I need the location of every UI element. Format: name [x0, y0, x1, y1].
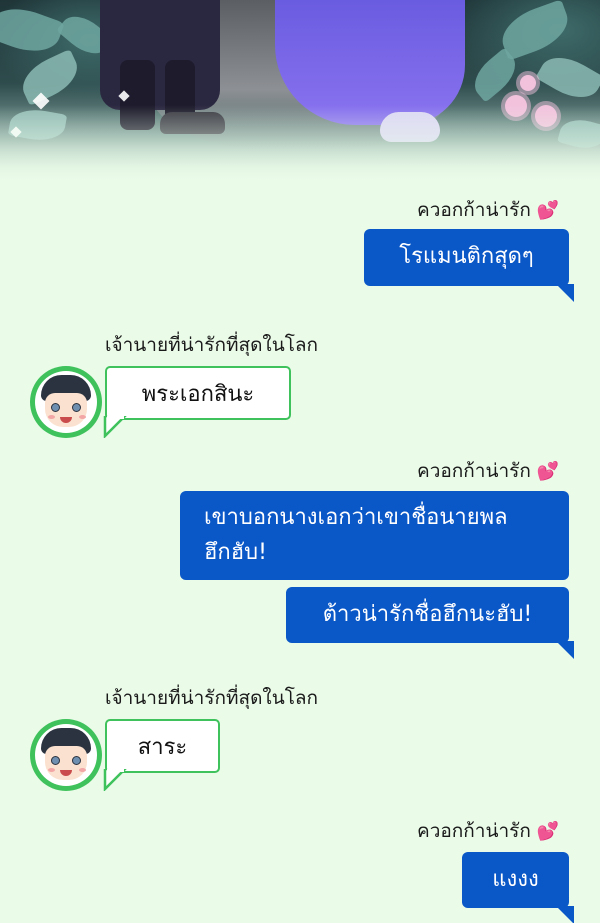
sender-name: เจ้านายที่น่ารักที่สุดในโลก: [105, 334, 319, 356]
message-bubble-boss: สาระ: [105, 719, 220, 773]
message-bubble-me: แงงง: [462, 852, 569, 908]
bubble-tail: [556, 284, 574, 302]
sender-name: ควอกก้าน่ารัก 💕: [417, 460, 560, 482]
message-bubble-me: เขาบอกนางเอกว่าเขาชื่อนายพล ฮึกฮับ!: [180, 491, 569, 580]
sender-name: เจ้านายที่น่ารักที่สุดในโลก: [105, 687, 319, 709]
boss-avatar: [30, 719, 102, 791]
bubble-tail: [103, 416, 127, 438]
heart-icon: 💕: [536, 821, 560, 842]
message-bubble-me: โรแมนติกสุดๆ: [364, 229, 569, 286]
boss-avatar: [30, 366, 102, 438]
message-bubble-boss: พระเอกสินะ: [105, 366, 291, 420]
sender-name: ควอกก้าน่ารัก 💕: [417, 199, 560, 221]
message-bubble-me: ต้าวน่ารักชื่อฮึกนะฮับ!: [286, 587, 569, 643]
sender-name: ควอกก้าน่ารัก 💕: [417, 820, 560, 842]
bubble-tail: [556, 641, 574, 659]
heart-icon: 💕: [536, 200, 560, 221]
bubble-tail: [103, 769, 127, 791]
bubble-tail: [556, 906, 574, 923]
heart-icon: 💕: [536, 461, 560, 482]
header-illustration: [0, 0, 600, 185]
